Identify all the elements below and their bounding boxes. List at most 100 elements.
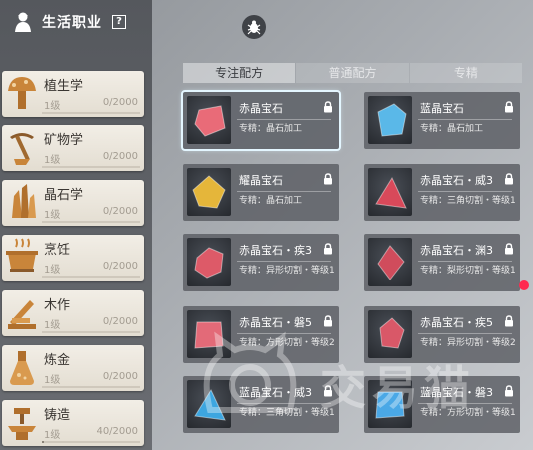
- recipe-name: 耀晶宝石: [239, 174, 283, 187]
- recipe-divider: [418, 403, 512, 404]
- skill-card-botany[interactable]: 植生学 1级 0/2000: [2, 71, 144, 117]
- tab-normal-recipes[interactable]: 普通配方: [296, 63, 409, 83]
- skill-card-mineralogy[interactable]: 矿物学 1级 0/2000: [2, 125, 144, 171]
- recipe-divider: [237, 119, 331, 120]
- recipe-card[interactable]: 赤晶宝石・威3 专精：三角切割・等级1: [364, 164, 520, 221]
- gem-icon: [194, 388, 226, 421]
- recipe-card[interactable]: 蓝晶宝石・威3 专精：三角切割・等级1: [183, 376, 339, 433]
- gem-thumbnail: [187, 310, 231, 358]
- skill-card-forging[interactable]: 铸造 1级 40/2000: [2, 400, 144, 446]
- recipe-divider: [237, 191, 331, 192]
- gem-thumbnail: [368, 310, 412, 358]
- recipe-name: 赤晶宝石・威3: [420, 174, 493, 187]
- recipe-card[interactable]: 赤晶宝石・渊3 专精：梨形切割・等级1: [364, 234, 520, 291]
- notification-dot: [519, 280, 529, 290]
- recipe-specialization: 专精：三角切割・等级1: [239, 408, 335, 418]
- mushroom-icon: [8, 77, 36, 109]
- recipe-specialization: 专精：晶石加工: [239, 124, 303, 134]
- beetle-glyph-icon: [247, 20, 261, 35]
- tab-focus-recipes[interactable]: 专注配方: [183, 63, 296, 83]
- pickaxe-icon: [10, 133, 34, 165]
- skill-exp-bar: [42, 331, 140, 333]
- lock-icon: [323, 170, 333, 189]
- recipe-name: 赤晶宝石・疾5: [420, 316, 493, 329]
- lock-icon: [323, 382, 333, 401]
- help-button[interactable]: ?: [112, 15, 126, 29]
- gem-icon: [375, 176, 407, 209]
- bug-icon[interactable]: [242, 15, 266, 39]
- skill-exp: 0/2000: [102, 97, 138, 108]
- gem-thumbnail: [187, 380, 231, 428]
- recipe-card[interactable]: 蓝晶宝石・磐3 专精：方形切割・等级1: [364, 376, 520, 433]
- skill-exp: 0/2000: [102, 206, 138, 217]
- recipe-name: 赤晶宝石・渊3: [420, 244, 493, 257]
- recipe-name: 赤晶宝石・磐5: [239, 316, 312, 329]
- tab-specialization[interactable]: 专精: [409, 63, 522, 83]
- skill-name: 植生学: [44, 79, 84, 94]
- recipe-tab-bar: 专注配方 普通配方 专精: [183, 63, 523, 83]
- recipe-specialization: 专精：三角切割・等级1: [420, 196, 516, 206]
- gem-thumbnail: [368, 380, 412, 428]
- recipe-card[interactable]: 赤晶宝石・磐5 专精：方形切割・等级2: [183, 306, 339, 363]
- gem-icon: [377, 245, 405, 280]
- skill-exp-bar: [42, 166, 140, 168]
- skill-exp: 40/2000: [96, 426, 138, 437]
- recipe-card[interactable]: 耀晶宝石 专精：晶石加工: [183, 164, 339, 221]
- skill-exp: 0/2000: [102, 151, 138, 162]
- skill-card-crystallogy[interactable]: 晶石学 1级 0/2000: [2, 180, 144, 226]
- recipe-card[interactable]: 赤晶宝石专精：晶石加工: [181, 90, 341, 151]
- lock-icon: [504, 382, 514, 401]
- gem-icon: [375, 391, 405, 419]
- recipe-card[interactable]: 赤晶宝石・疾5 专精：异形切割・等级2: [364, 306, 520, 363]
- skill-exp: 0/2000: [102, 316, 138, 327]
- skill-exp-bar: [42, 221, 140, 223]
- lock-icon: [504, 98, 514, 117]
- crystal-icon: [12, 184, 36, 218]
- recipe-divider: [237, 403, 331, 404]
- recipe-specialization: 专精：异形切割・等级2: [420, 338, 516, 348]
- skill-name: 晶石学: [44, 188, 84, 203]
- recipe-divider: [418, 191, 512, 192]
- lock-icon: [504, 312, 514, 331]
- lock-icon: [504, 240, 514, 259]
- gem-thumbnail: [187, 238, 231, 286]
- recipe-name: 赤晶宝石: [239, 102, 283, 115]
- cooking-pot-icon: [6, 238, 38, 272]
- skill-name: 木作: [44, 298, 71, 313]
- lock-icon: [504, 170, 514, 189]
- skill-level: 1级: [44, 320, 61, 331]
- recipe-card[interactable]: 赤晶宝石・疾3 专精：异形切割・等级1: [183, 234, 339, 291]
- gem-icon: [194, 105, 226, 137]
- skill-name: 矿物学: [44, 133, 84, 148]
- skill-exp: 0/2000: [102, 371, 138, 382]
- skill-card-alchemy[interactable]: 炼金 1级 0/2000: [2, 345, 144, 391]
- recipe-specialization: 专精：异形切割・等级1: [239, 266, 335, 276]
- skill-level: 1级: [44, 210, 61, 221]
- recipe-grid: 赤晶宝石 专精：晶石加工 蓝晶宝石 专精：晶石加工 耀晶宝石 专精：晶石加工 赤晶宝石・威3…: [181, 90, 523, 450]
- skill-exp-bar: [42, 276, 140, 278]
- skill-level: 1级: [44, 375, 61, 386]
- gem-icon: [192, 175, 226, 209]
- recipe-specialization: 专精：梨形切割・等级1: [420, 266, 516, 276]
- skill-card-woodwork[interactable]: 木作 1级 0/2000: [2, 290, 144, 336]
- skill-level: 1级: [44, 265, 61, 276]
- recipe-name: 蓝晶宝石・威3: [239, 386, 312, 399]
- recipe-specialization: 专精：晶石加工: [420, 124, 484, 134]
- gem-thumbnail: [187, 96, 231, 144]
- skill-exp-bar: [42, 112, 140, 114]
- gem-icon: [194, 321, 224, 349]
- recipe-divider: [418, 119, 512, 120]
- skill-level: 1级: [44, 155, 61, 166]
- player-silhouette-icon: [15, 12, 31, 32]
- skill-card-cooking[interactable]: 烹饪 1级 0/2000: [2, 235, 144, 281]
- skill-exp: 0/2000: [102, 261, 138, 272]
- recipe-card[interactable]: 蓝晶宝石 专精：晶石加工: [364, 92, 520, 149]
- gem-icon: [377, 103, 407, 137]
- gem-thumbnail: [368, 238, 412, 286]
- life-skill-panel: 生活职业 ? 植生学 1级 0/2000 矿物学 1级 0/2000 晶石学 1…: [0, 0, 152, 450]
- skill-name: 烹饪: [44, 243, 71, 258]
- skill-level: 1级: [44, 101, 61, 112]
- recipe-divider: [418, 261, 512, 262]
- panel-title: 生活职业: [42, 15, 102, 31]
- recipe-divider: [237, 261, 331, 262]
